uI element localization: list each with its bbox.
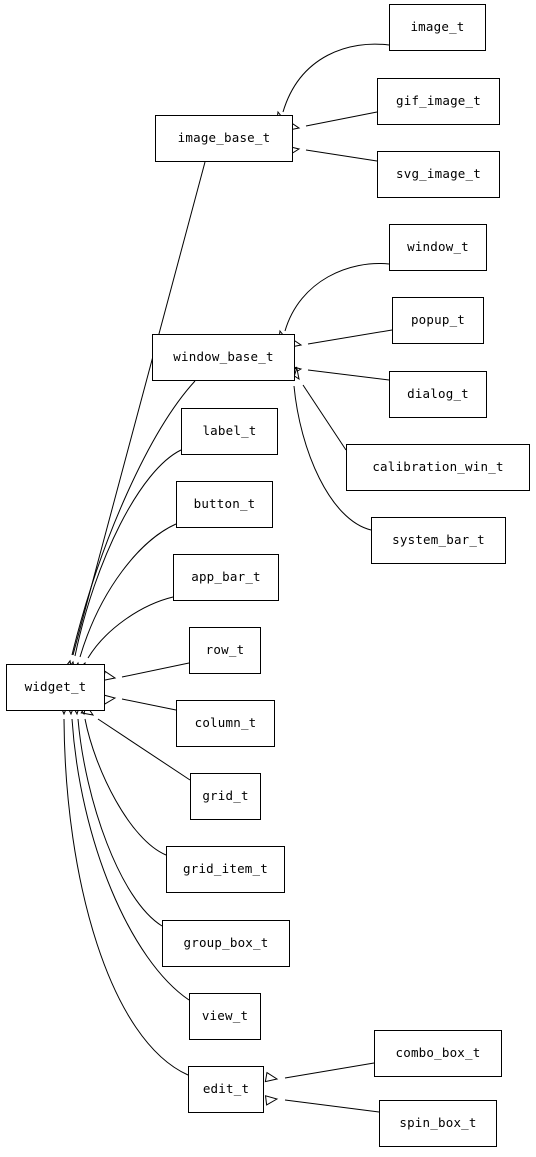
inheritance-edge-image_t-to-image_base_t	[275, 43, 390, 125]
class-node-edit_t[interactable]: edit_t	[188, 1066, 264, 1113]
class-node-label: popup_t	[410, 312, 466, 328]
class-node-popup_t[interactable]: popup_t	[392, 297, 484, 344]
class-node-spin_box_t[interactable]: spin_box_t	[379, 1100, 497, 1147]
class-node-label: window_base_t	[173, 349, 274, 365]
class-node-label: gif_image_t	[396, 93, 481, 109]
class-node-label: image_base_t	[177, 130, 271, 146]
class-node-button_t[interactable]: button_t	[176, 481, 273, 528]
class-node-image_base_t[interactable]: image_base_t	[155, 115, 293, 162]
inheritance-edge-window_t-to-window_base_t	[277, 263, 390, 344]
class-node-svg_image_t[interactable]: svg_image_t	[377, 151, 500, 198]
generalization-arrowhead	[102, 694, 117, 705]
class-node-view_t[interactable]: view_t	[189, 993, 261, 1040]
class-node-label_t[interactable]: label_t	[181, 408, 278, 455]
class-node-window_base_t[interactable]: window_base_t	[152, 334, 295, 381]
generalization-arrowhead	[264, 1095, 279, 1106]
inheritance-edge-grid_t-to-widget_t	[80, 704, 191, 781]
class-node-label: view_t	[201, 1008, 249, 1024]
class-node-grid_t[interactable]: grid_t	[190, 773, 261, 820]
inheritance-edge-button_t-to-widget_t	[70, 523, 177, 676]
class-node-image_t[interactable]: image_t	[389, 4, 486, 51]
class-node-system_bar_t[interactable]: system_bar_t	[371, 517, 506, 564]
class-node-row_t[interactable]: row_t	[189, 627, 261, 674]
inheritance-edge-label_t-to-widget_t	[65, 449, 182, 675]
class-node-label: svg_image_t	[396, 166, 481, 182]
class-node-grid_item_t[interactable]: grid_item_t	[166, 846, 285, 893]
class-node-label: edit_t	[202, 1081, 250, 1097]
class-node-gif_image_t[interactable]: gif_image_t	[377, 78, 500, 125]
class-hierarchy-diagram: image_t gif_image_t svg_image_t image_base_…	[0, 0, 536, 1157]
class-node-combo_box_t[interactable]: combo_box_t	[374, 1030, 502, 1077]
generalization-arrowhead	[102, 670, 117, 682]
class-node-label: combo_box_t	[395, 1045, 481, 1061]
class-node-label: system_bar_t	[392, 532, 485, 548]
inheritance-edge-gif_image_t-to-image_base_t	[286, 111, 378, 132]
inheritance-edge-spin_box_t-to-edit_t	[264, 1095, 380, 1113]
inheritance-edge-svg_image_t-to-image_base_t	[286, 145, 378, 162]
class-node-group_box_t[interactable]: group_box_t	[162, 920, 290, 967]
class-node-label: grid_item_t	[183, 861, 268, 877]
class-node-label: calibration_win_t	[372, 459, 504, 475]
inheritance-edge-popup_t-to-window_base_t	[288, 329, 393, 349]
class-node-app_bar_t[interactable]: app_bar_t	[173, 554, 279, 601]
inheritance-edge-combo_box_t-to-edit_t	[264, 1062, 375, 1083]
class-node-label: app_bar_t	[191, 569, 261, 585]
class-node-label: grid_t	[202, 788, 249, 804]
class-node-calibration_win_t[interactable]: calibration_win_t	[346, 444, 530, 491]
class-node-label: group_box_t	[183, 935, 269, 951]
inheritance-edge-calibration_win_t-to-window_base_t	[288, 366, 347, 451]
class-node-dialog_t[interactable]: dialog_t	[389, 371, 487, 418]
inheritance-edge-row_t-to-widget_t	[102, 662, 190, 682]
inheritance-edge-dialog_t-to-window_base_t	[288, 365, 390, 381]
class-node-label: button_t	[193, 496, 256, 512]
generalization-arrowhead	[264, 1071, 279, 1083]
class-node-label: dialog_t	[407, 386, 469, 402]
inheritance-edge-grid_item_t-to-widget_t	[76, 701, 167, 856]
class-node-label: row_t	[205, 642, 245, 658]
inheritance-edge-group_box_t-to-widget_t	[70, 702, 163, 927]
class-node-label: label_t	[202, 423, 257, 439]
class-node-column_t[interactable]: column_t	[176, 700, 275, 747]
class-node-window_t[interactable]: window_t	[389, 224, 487, 271]
class-node-label: spin_box_t	[399, 1115, 477, 1131]
class-node-label: column_t	[194, 715, 257, 731]
class-node-label: image_t	[410, 19, 465, 35]
inheritance-edge-column_t-to-widget_t	[102, 694, 177, 711]
class-node-label: window_t	[407, 239, 469, 255]
class-node-label: widget_t	[24, 679, 87, 695]
class-node-widget_t[interactable]: widget_t	[6, 664, 105, 711]
